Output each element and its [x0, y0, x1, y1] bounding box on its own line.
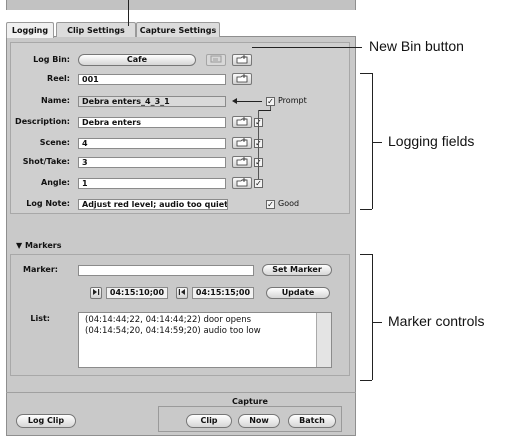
marker-bracket [360, 380, 372, 381]
marker-controls-callout: Marker controls [388, 313, 485, 329]
markers-disclosure[interactable]: ▼ Markers [16, 241, 61, 250]
log-clip-button[interactable]: Log Clip [16, 414, 76, 428]
scene-slate-icon[interactable] [232, 137, 252, 149]
angle-slate-icon[interactable] [232, 177, 252, 189]
footer-divider [6, 392, 356, 393]
shot-take-label: Shot/Take: [22, 157, 70, 166]
logging-bracket [360, 209, 372, 210]
panel-top-strip [6, 0, 356, 10]
name-label: Name: [40, 96, 70, 105]
scene-label: Scene: [39, 138, 70, 147]
logging-fields-callout: Logging fields [388, 133, 475, 149]
prompt-pointer [236, 101, 262, 102]
marker-bracket [360, 254, 372, 255]
tab-pointer-line [128, 0, 129, 26]
list-item[interactable]: (04:14:44;22, 04:14:44;22) door opens [79, 313, 331, 326]
reel-label: Reel: [47, 74, 70, 83]
list-label: List: [30, 314, 50, 323]
log-note-field[interactable]: Adjust red level; audio too quiet [78, 199, 228, 210]
prompt-label: Prompt [278, 96, 307, 105]
capture-now-button[interactable]: Now [238, 414, 280, 428]
list-scrollbar[interactable] [316, 313, 331, 367]
capture-label: Capture [232, 397, 268, 406]
checkbox-link-line [258, 110, 259, 179]
angle-field[interactable]: 1 [78, 178, 226, 189]
log-note-label: Log Note: [26, 199, 70, 208]
logging-bracket [360, 73, 372, 74]
good-label: Good [278, 199, 300, 208]
list-item[interactable]: (04:14:54;20, 04:14:59;20) audio too low [79, 326, 331, 337]
marker-bracket [372, 322, 382, 323]
tab-clip-settings[interactable]: Clip Settings [56, 22, 136, 37]
tab-capture-settings[interactable]: Capture Settings [136, 22, 220, 37]
out-timecode-field[interactable]: 04:15:15;00 [192, 287, 254, 299]
description-label: Description: [15, 117, 70, 126]
disclosure-triangle-icon: ▼ [16, 241, 25, 250]
angle-label: Angle: [41, 178, 70, 187]
capture-batch-button[interactable]: Batch [288, 414, 336, 428]
prompt-checkbox[interactable]: ✓ [266, 97, 275, 106]
checkbox-link-line [258, 110, 271, 111]
update-button[interactable]: Update [266, 287, 330, 299]
marker-field[interactable] [78, 265, 254, 276]
log-bin-label: Log Bin: [33, 55, 70, 64]
good-checkbox[interactable]: ✓ [266, 200, 275, 209]
angle-checkbox[interactable]: ✓ [254, 179, 263, 188]
scene-field[interactable]: 4 [78, 138, 226, 149]
prompt-arrow-icon [232, 98, 237, 104]
marker-list[interactable]: (04:14:44;22, 04:14:44;22) door opens (0… [78, 312, 332, 368]
description-field[interactable]: Debra enters [78, 117, 226, 128]
set-marker-button[interactable]: Set Marker [262, 264, 332, 276]
log-bin-button[interactable]: Cafe [78, 54, 196, 66]
up-bin-icon[interactable] [206, 54, 226, 66]
shot-take-slate-icon[interactable] [232, 156, 252, 168]
new-bin-icon[interactable] [232, 54, 252, 66]
new-bin-callout-line [252, 47, 362, 48]
marker-bracket [372, 254, 373, 380]
reel-slate-icon[interactable] [232, 73, 252, 85]
logging-bracket [372, 73, 373, 209]
marker-label: Marker: [23, 265, 58, 274]
description-slate-icon[interactable] [232, 116, 252, 128]
markers-section-label: Markers [24, 241, 62, 250]
mark-in-icon[interactable] [90, 287, 102, 299]
logging-bracket [372, 142, 382, 143]
mark-out-icon[interactable] [176, 287, 188, 299]
in-timecode-field[interactable]: 04:15:10;00 [106, 287, 168, 299]
tab-logging[interactable]: Logging [6, 22, 54, 38]
shot-take-field[interactable]: 3 [78, 157, 226, 168]
capture-clip-button[interactable]: Clip [186, 414, 232, 428]
new-bin-callout: New Bin button [369, 38, 464, 54]
reel-field[interactable]: 001 [78, 74, 226, 85]
name-field: Debra enters_4_3_1 [78, 96, 226, 107]
